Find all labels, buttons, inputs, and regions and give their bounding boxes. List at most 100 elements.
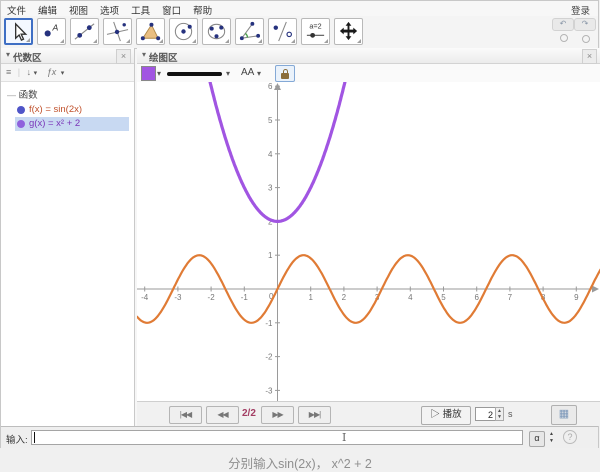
- sign-in-link[interactable]: 登录: [571, 3, 590, 17]
- svg-text:4: 4: [408, 293, 413, 302]
- sort-objects-icon[interactable]: ↓: [27, 67, 32, 77]
- protocol-grid-icon: ▦: [559, 408, 569, 420]
- input-bar: 输入: I α ▲▼ ?: [1, 426, 598, 448]
- lock-object-button[interactable]: [275, 65, 295, 82]
- menu-tools[interactable]: 工具: [125, 1, 156, 17]
- line-style-caret-icon[interactable]: ▾: [226, 69, 230, 78]
- command-input[interactable]: I: [31, 430, 523, 445]
- svg-text:-1: -1: [241, 293, 249, 302]
- point-icon: A: [39, 20, 64, 43]
- svg-text:-3: -3: [265, 386, 273, 395]
- up-arrow-icon: ▲: [549, 431, 554, 437]
- algebra-tree: — 函数 f(x) = sin(2x) g(x) = x² + 2: [1, 83, 134, 131]
- menu-window[interactable]: 窗口: [156, 1, 187, 17]
- options-gear-icon[interactable]: [582, 35, 590, 43]
- auxiliary-objects-icon[interactable]: ≡: [6, 67, 11, 77]
- svg-text:-2: -2: [265, 353, 273, 362]
- input-label: 输入:: [6, 432, 28, 446]
- tool-point-button[interactable]: A: [37, 18, 66, 45]
- tree-branch-line: —: [7, 90, 16, 100]
- tool-angle-button[interactable]: [235, 18, 264, 45]
- nav-prev-button[interactable]: ◀◀: [206, 406, 239, 424]
- graphics-collapse-icon[interactable]: ▾: [142, 50, 146, 59]
- reflect-about-line-icon: [270, 20, 295, 43]
- help-icon[interactable]: [560, 34, 568, 42]
- line-style-preview[interactable]: [167, 72, 222, 76]
- undo-button[interactable]: ↶: [552, 18, 574, 31]
- play-button[interactable]: ▷ 播放: [421, 406, 471, 425]
- algebra-title: 代数区: [13, 50, 42, 64]
- menu-edit[interactable]: 编辑: [32, 1, 63, 17]
- move-graphics-view-icon: [336, 20, 361, 43]
- algebra-header: ▾代数区 ×: [1, 48, 134, 64]
- tool-circle-button[interactable]: [169, 18, 198, 45]
- slider-icon: a=2: [303, 20, 328, 43]
- text-size-caret-icon[interactable]: ▾: [257, 69, 261, 78]
- algebra-collapse-icon[interactable]: ▾: [6, 50, 10, 59]
- question-icon: ?: [567, 432, 572, 442]
- svg-text:4: 4: [268, 150, 273, 159]
- tool-reflect-button[interactable]: [268, 18, 297, 45]
- polygon-icon: [138, 20, 163, 43]
- graphics-panel: ▾绘图区 × ▾ ▾ AA ▾ -4-3-2-1123456789-3-2-11…: [137, 48, 600, 426]
- menu-options[interactable]: 选项: [94, 1, 125, 17]
- tool-perpendicular-line-button[interactable]: [103, 18, 132, 45]
- nav-last-button[interactable]: ▶▶|: [298, 406, 331, 424]
- down-arrow-icon: ▼: [549, 438, 554, 444]
- svg-text:-2: -2: [208, 293, 216, 302]
- step-counter: 2/2: [242, 408, 256, 419]
- svg-text:7: 7: [508, 293, 513, 302]
- menu-help[interactable]: 帮助: [187, 1, 218, 17]
- algebra-panel: ▾代数区 × ≡ | ↓ ▾ ƒx ▾ — 函数 f(x) = sin(2x): [1, 48, 135, 426]
- skip-to-end-icon: ▶▶|: [309, 410, 320, 419]
- svg-text:5: 5: [268, 116, 273, 125]
- tree-root-functions[interactable]: — 函数: [7, 87, 134, 101]
- speed-spinner[interactable]: ▲▼: [495, 407, 504, 421]
- svg-text:5: 5: [441, 293, 446, 302]
- visibility-dot-f[interactable]: [17, 106, 25, 114]
- fx-caret-icon[interactable]: ▾: [61, 69, 65, 77]
- plot-area[interactable]: -4-3-2-1123456789-3-2-11234560: [137, 82, 600, 401]
- graphics-title: 绘图区: [149, 50, 178, 64]
- text-size-icon[interactable]: AA: [241, 67, 254, 78]
- input-history-spinner[interactable]: ▲▼: [547, 431, 556, 445]
- undo-icon: ↶: [560, 19, 567, 28]
- tool-slider-button[interactable]: a=2: [301, 18, 330, 45]
- color-caret-icon[interactable]: ▾: [157, 69, 161, 78]
- algebra-item-f[interactable]: f(x) = sin(2x): [15, 103, 129, 117]
- graph-canvas: -4-3-2-1123456789-3-2-11234560: [137, 82, 600, 401]
- algebra-toolbar: ≡ | ↓ ▾ ƒx ▾: [1, 64, 134, 82]
- svg-text:-1: -1: [265, 319, 273, 328]
- tool-line-button[interactable]: [70, 18, 99, 45]
- menu-view[interactable]: 视图: [63, 1, 94, 17]
- svg-text:a=2: a=2: [309, 23, 321, 31]
- tool-polygon-button[interactable]: [136, 18, 165, 45]
- nav-next-button[interactable]: ▶▶: [261, 406, 294, 424]
- fx-display-icon[interactable]: ƒx: [47, 67, 57, 77]
- construction-protocol-button[interactable]: ▦: [551, 405, 577, 425]
- sort-caret-icon[interactable]: ▾: [34, 69, 38, 77]
- input-help-button[interactable]: ?: [563, 430, 577, 444]
- menu-file[interactable]: 文件: [1, 1, 32, 17]
- ellipse-icon: [204, 20, 229, 43]
- tool-ellipse-button[interactable]: [202, 18, 231, 45]
- algebra-item-g[interactable]: g(x) = x² + 2: [15, 117, 129, 131]
- visibility-dot-g[interactable]: [17, 120, 25, 128]
- redo-button[interactable]: ↷: [574, 18, 596, 31]
- text-cursor: [34, 432, 35, 443]
- play-speed-input[interactable]: 2: [475, 407, 496, 421]
- algebra-close-icon[interactable]: ×: [116, 49, 131, 64]
- step-forward-icon: ▶▶: [272, 410, 282, 419]
- alpha-icon: α: [534, 433, 539, 443]
- tool-move-view-button[interactable]: [334, 18, 363, 45]
- nav-first-button[interactable]: |◀◀: [169, 406, 202, 424]
- mouse-ibeam-cursor: I: [342, 431, 346, 444]
- tool-move-button[interactable]: [4, 18, 33, 45]
- greek-alpha-button[interactable]: α: [529, 431, 545, 447]
- construction-navbar: |◀◀ ◀◀ 2/2 ▶▶ ▶▶| ▷ 播放 2 ▲▼ s ▦: [137, 401, 600, 426]
- graphics-close-icon[interactable]: ×: [582, 49, 597, 64]
- redo-icon: ↷: [582, 19, 589, 28]
- color-swatch[interactable]: [141, 66, 156, 81]
- speed-unit-label: s: [508, 409, 513, 419]
- svg-text:3: 3: [268, 184, 273, 193]
